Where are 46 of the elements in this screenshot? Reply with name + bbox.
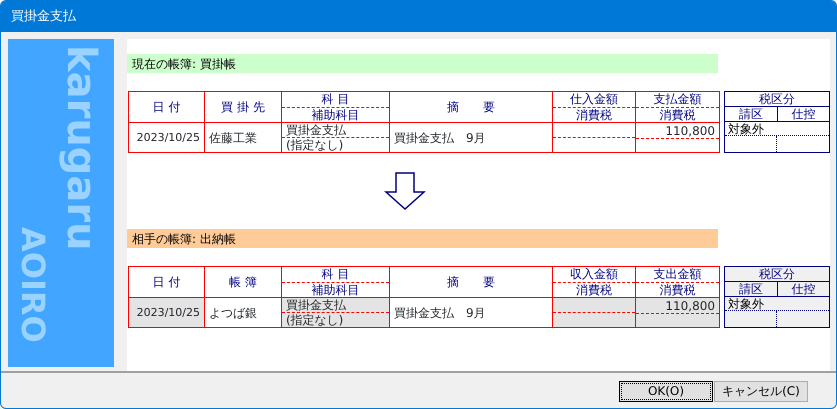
column-header: 摘 要 xyxy=(447,274,495,291)
column-header: 日 付 xyxy=(152,274,180,291)
down-arrow-icon xyxy=(384,172,426,210)
column-header: 科 目 xyxy=(320,92,350,106)
column-header: 消費税 xyxy=(553,282,635,297)
column-header: 仕控 xyxy=(776,282,829,296)
column-header: 帳 簿 xyxy=(229,274,257,291)
table-cell-text: 2023/10/25 xyxy=(136,305,201,321)
column-header: 消費税 xyxy=(553,106,635,122)
dialog-button[interactable]: キャンセル(C) xyxy=(714,380,808,402)
table-cell-text: 買掛金支払 9月 xyxy=(393,130,487,146)
banner-text: AOIRO xyxy=(14,227,52,343)
column-header: 補助科目 xyxy=(282,106,389,122)
column-header: 消費税 xyxy=(636,282,719,297)
ledger-label: 現在の帳簿: 買掛帳 xyxy=(127,54,718,73)
table-cell-text: よつば銀 xyxy=(208,304,258,322)
table-cell-text: 110,800 xyxy=(664,298,716,313)
column-header: 科 目 xyxy=(320,267,350,282)
column-header: 日 付 xyxy=(152,99,180,116)
column-header: 請区 xyxy=(738,107,764,121)
table-cell: 対象外 xyxy=(728,122,764,136)
banner-text: karugaru xyxy=(58,45,104,251)
column-header: 税区分 xyxy=(759,266,795,283)
column-header: 買 掛 先 xyxy=(221,99,265,116)
table-cell: (指定なし) xyxy=(282,137,389,152)
column-header: 仕控 xyxy=(776,107,829,121)
column-header: 請区 xyxy=(738,282,764,296)
column-header: 税区分 xyxy=(759,91,795,108)
table-cell: (指定なし) xyxy=(282,312,389,327)
ledger-label: 相手の帳簿: 出納帳 xyxy=(127,229,718,248)
table-cell-text: 2023/10/25 xyxy=(136,130,201,146)
column-header: 消費税 xyxy=(636,106,719,122)
window-title: 買掛金支払 xyxy=(11,8,76,26)
column-header: 収入金額 xyxy=(569,267,619,282)
table-cell: 対象外 xyxy=(728,297,764,311)
table-cell-text: 買掛金支払 9月 xyxy=(393,304,487,322)
column-header: 支払金額 xyxy=(652,92,702,106)
table-cell-text: 買掛金支払 xyxy=(285,298,347,312)
table-cell-text: 佐藤工業 xyxy=(208,130,258,146)
table-cell-text: 110,800 xyxy=(664,123,716,138)
column-header: 仕入金額 xyxy=(569,92,619,106)
column-header: 補助科目 xyxy=(282,282,389,297)
column-header: 摘 要 xyxy=(447,99,495,116)
table-cell-text: 買掛金支払 xyxy=(285,123,347,137)
dialog-button[interactable]: OK(O) xyxy=(619,380,713,402)
column-header: 支出金額 xyxy=(652,267,702,282)
